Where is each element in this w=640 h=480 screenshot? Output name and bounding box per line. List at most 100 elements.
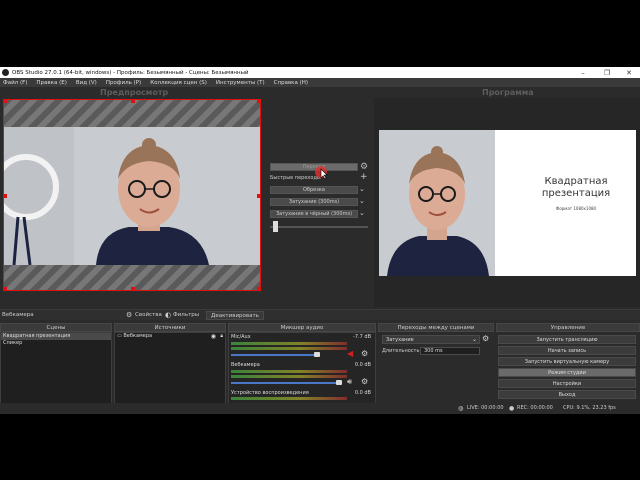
audio-meter [231, 347, 347, 350]
selected-source-name: Вебкамера [2, 312, 34, 318]
menu-scene-collection[interactable]: Коллекция сцен (S) [150, 80, 207, 86]
audio-meter [231, 397, 347, 400]
menu-file[interactable]: Файл (F) [3, 80, 27, 86]
live-time: LIVE: 00:00:00 [467, 405, 504, 411]
rec-indicator-icon: ● [509, 405, 515, 412]
source-item[interactable]: ▭ Вебкамера ◉ 🔒︎ [115, 333, 225, 340]
start-virtual-camera-button[interactable]: Запустить виртуальную камеру [498, 357, 636, 366]
mixer-header: Микшер аудио [228, 323, 376, 332]
start-recording-button[interactable]: Начать запись [498, 346, 636, 355]
menu-profile[interactable]: Профиль (P) [106, 80, 141, 86]
volume-slider-knob[interactable] [314, 352, 320, 357]
channel-db: -7.7 dB [353, 334, 371, 340]
quick-cut-button[interactable]: Обрезка [270, 186, 358, 194]
lock-icon[interactable]: 🔒︎ [220, 333, 223, 340]
source-toolbar: Вебкамера ⚙ Свойства ◐ Фильтры Деактивир… [0, 309, 640, 320]
webcam-feed [4, 127, 260, 265]
start-streaming-button[interactable]: Запустить трансляцию [498, 335, 636, 344]
menu-bar: Файл (F) Правка (E) Вид (V) Профиль (P) … [0, 78, 640, 87]
speaker-icon[interactable]: 🔊︎ [347, 377, 352, 387]
properties-button[interactable]: Свойства [135, 312, 162, 318]
maximize-button[interactable]: ❐ [596, 67, 618, 78]
resize-handle[interactable] [4, 287, 7, 290]
webcam-person-image [4, 127, 260, 265]
settings-button[interactable]: Настройки [498, 379, 636, 388]
filters-button[interactable]: Фильтры [173, 312, 199, 318]
gear-icon[interactable]: ⚙ [361, 377, 368, 386]
scene-transitions-dock: Переходы между сценами Затухание ⌄ ⚙ Дли… [378, 323, 494, 414]
menu-view[interactable]: Вид (V) [76, 80, 97, 86]
scenes-header: Сцены [0, 323, 112, 332]
gear-icon[interactable]: ⚙ [360, 162, 368, 172]
gear-icon[interactable]: ⚙ [126, 311, 132, 319]
volume-slider-knob[interactable] [336, 380, 342, 385]
filter-icon[interactable]: ◐ [165, 311, 171, 319]
audio-mixer-dock: Микшер аудио Mic/Aux -7.7 dB ◀ ⚙ Вебкаме… [228, 323, 376, 414]
preview-canvas[interactable] [3, 99, 261, 291]
transition-select-value: Затухание [386, 337, 414, 343]
eye-icon[interactable]: ◉ [211, 333, 216, 340]
slide-title: Квадратная презентация [541, 176, 611, 199]
obs-logo-icon [2, 69, 9, 76]
resize-handle[interactable] [257, 100, 260, 103]
window-title: OBS Studio 27.0.1 (64-bit, windows) - Пр… [12, 69, 249, 76]
quick-fade-black-button[interactable]: Затухание в чёрный (300ms) [270, 210, 358, 218]
muted-speaker-icon[interactable]: ◀ [347, 349, 353, 358]
transition-select[interactable]: Затухание ⌄ [382, 335, 480, 344]
program-person-image [379, 130, 495, 276]
scenes-list: Квадратная презентация Спикер [0, 332, 112, 404]
studio-mode-button[interactable]: Режим студии [498, 368, 636, 377]
quick-fade-button[interactable]: Затухание (300ms) [270, 198, 358, 206]
menu-tools[interactable]: Инструменты (T) [216, 80, 265, 86]
sources-header: Источники [114, 323, 226, 332]
scene-item[interactable]: Спикер [1, 340, 111, 347]
volume-slider-fill[interactable] [231, 382, 339, 384]
camera-icon: ▭ [117, 333, 122, 339]
controls-dock: Управление Запустить трансляцию Начать з… [496, 323, 640, 414]
sources-dock: Источники ▭ Вебкамера ◉ 🔒︎ + − ⚙ ⌃ ⌄ [114, 323, 226, 414]
channel-db: 0.0 dB [354, 362, 371, 368]
program-label: Программа [482, 88, 534, 97]
duration-label: Длительность [382, 348, 420, 354]
resize-handle[interactable] [257, 194, 260, 198]
minimize-button[interactable]: – [572, 67, 594, 78]
menu-edit[interactable]: Правка (E) [36, 80, 66, 86]
controls-header: Управление [496, 323, 640, 332]
letterbox-top [4, 100, 260, 127]
cpu-fps: CPU: 9.1%, 23.23 fps [563, 405, 616, 411]
chevron-down-icon[interactable]: ⌄ [359, 185, 365, 193]
exit-button[interactable]: Выход [498, 390, 636, 399]
duration-input[interactable]: 300 ms [420, 347, 480, 355]
menu-help[interactable]: Справка (H) [274, 80, 308, 86]
audio-meter [231, 342, 347, 345]
volume-slider-fill[interactable] [231, 354, 317, 356]
program-webcam-feed [379, 130, 495, 276]
resize-handle[interactable] [131, 287, 135, 290]
sources-list: ▭ Вебкамера ◉ 🔒︎ [114, 332, 226, 404]
transitions-header: Переходы между сценами [378, 323, 494, 332]
resize-handle[interactable] [131, 100, 135, 103]
resize-handle[interactable] [257, 287, 260, 290]
scene-item[interactable]: Квадратная презентация [1, 333, 111, 340]
deactivate-button[interactable]: Деактивировать [206, 310, 264, 320]
channel-name: Устройство воспроизведения [231, 390, 309, 396]
close-button[interactable]: ✕ [618, 67, 640, 78]
chevron-down-icon: ⌄ [471, 336, 477, 343]
add-icon[interactable]: + [360, 172, 368, 182]
chevron-down-icon[interactable]: ⌄ [359, 209, 365, 217]
scenes-dock: Сцены Квадратная презентация Спикер + − … [0, 323, 112, 414]
source-item-label: Вебкамера [123, 333, 153, 339]
obs-window: OBS Studio 27.0.1 (64-bit, windows) - Пр… [0, 67, 640, 414]
chevron-down-icon[interactable]: ⌄ [359, 197, 365, 205]
resize-handle[interactable] [4, 100, 7, 103]
mixer-channel: Вебкамера 0.0 dB 🔊︎ ⚙ [229, 362, 375, 390]
mixer-channels: Mic/Aux -7.7 dB ◀ ⚙ Вебкамера 0.0 dB 🔊︎ … [228, 332, 376, 414]
t-bar-slider[interactable] [273, 221, 278, 232]
resize-handle[interactable] [4, 194, 7, 198]
audio-meter [231, 370, 347, 373]
t-bar-track[interactable] [270, 226, 368, 228]
gear-icon[interactable]: ⚙ [482, 334, 489, 343]
preview-label: Предпросмотр [100, 88, 169, 97]
gear-icon[interactable]: ⚙ [361, 349, 368, 358]
channel-name: Mic/Aux [231, 334, 251, 340]
